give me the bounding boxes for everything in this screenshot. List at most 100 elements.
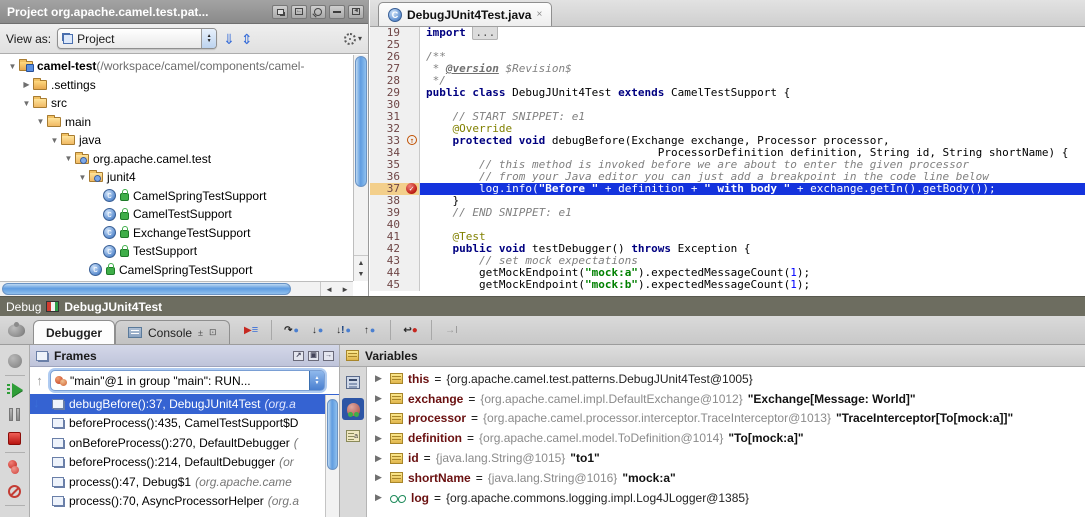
mute-breakpoints-icon[interactable] bbox=[0, 479, 29, 503]
code-line[interactable]: 45 getMockEndpoint("mock:b").expectedMes… bbox=[370, 279, 1085, 291]
tree-toggle-icon[interactable]: ▼ bbox=[48, 136, 61, 145]
tree-item[interactable]: ▼src bbox=[0, 94, 353, 113]
gutter-icon-area[interactable] bbox=[404, 135, 420, 147]
gutter-icon-area[interactable] bbox=[404, 87, 420, 99]
code-line[interactable]: 19import ... bbox=[370, 27, 1085, 39]
expand-triangle-icon[interactable]: ▶ bbox=[375, 492, 385, 503]
expand-triangle-icon[interactable]: ▶ bbox=[375, 433, 385, 444]
minimize-icon[interactable] bbox=[329, 5, 345, 19]
stack-frame-item[interactable]: beforeProcess():435, CamelTestSupport$D bbox=[30, 414, 339, 434]
gutter-icon-area[interactable] bbox=[404, 75, 420, 87]
variable-row[interactable]: ▶log = {org.apache.commons.logging.impl.… bbox=[367, 488, 1085, 508]
thread-spinner-icon[interactable]: ▲▼ bbox=[309, 371, 324, 390]
expand-triangle-icon[interactable]: ▶ bbox=[375, 413, 385, 424]
tree-item[interactable]: ▼org.apache.camel.test bbox=[0, 150, 353, 169]
tree-item[interactable]: ▶.settings bbox=[0, 76, 353, 95]
tree-item[interactable]: ▼junit4 bbox=[0, 168, 353, 187]
tree-item[interactable]: ▼camel-test (/workspace/camel/components… bbox=[0, 57, 353, 76]
tree-item[interactable]: CamelSpringTestSupport bbox=[0, 187, 353, 206]
show-execution-point-icon[interactable]: ▶≡ bbox=[240, 320, 262, 340]
run-to-cursor-icon[interactable]: →I bbox=[441, 320, 463, 340]
stack-frame-item[interactable]: process():70, AsyncProcessorHelper (org.… bbox=[30, 492, 339, 512]
variable-row[interactable]: ▶definition = {org.apache.camel.model.To… bbox=[367, 428, 1085, 448]
gutter-icon-area[interactable] bbox=[404, 207, 420, 219]
console-float-icon[interactable]: ⊡ bbox=[209, 327, 217, 338]
gutter-icon-area[interactable] bbox=[404, 147, 420, 159]
tree-toggle-icon[interactable]: ▼ bbox=[20, 99, 33, 108]
pop-frame-icon[interactable]: ↩● bbox=[400, 320, 422, 340]
tree-toggle-icon[interactable]: ▼ bbox=[62, 154, 75, 163]
stack-frame-item[interactable]: beforeProcess():214, DefaultDebugger (or bbox=[30, 453, 339, 473]
force-step-into-icon[interactable]: ↓!● bbox=[333, 320, 355, 340]
gutter-icon-area[interactable] bbox=[404, 39, 420, 51]
gutter-icon-area[interactable] bbox=[404, 267, 420, 279]
rerun-debug-icon[interactable] bbox=[0, 349, 29, 373]
scrollbar-arrows[interactable]: ◄► bbox=[320, 282, 353, 296]
expand-triangle-icon[interactable]: ▶ bbox=[375, 453, 385, 464]
watches-icon[interactable] bbox=[342, 398, 364, 420]
scrollbar-thumb[interactable] bbox=[355, 56, 367, 187]
variables-header[interactable]: Variables bbox=[340, 345, 1085, 367]
scrollbar-thumb[interactable] bbox=[327, 399, 338, 470]
gutter-icon-area[interactable] bbox=[404, 219, 420, 231]
gutter-icon-area[interactable] bbox=[404, 123, 420, 135]
tree-toggle-icon[interactable]: ▼ bbox=[76, 173, 89, 182]
settings-gear-button[interactable]: ▾ bbox=[344, 33, 362, 45]
tree-item[interactable]: CamelSpringTestSupport bbox=[0, 261, 353, 280]
expand-triangle-icon[interactable]: ▶ bbox=[375, 373, 385, 384]
expand-all-icon[interactable]: ⇓ bbox=[223, 32, 235, 46]
stack-frame-item[interactable]: process():47, Debug$1 (org.apache.came bbox=[30, 472, 339, 492]
frame-up-arrow-icon[interactable]: ↑ bbox=[32, 373, 47, 388]
pause-icon[interactable] bbox=[0, 402, 29, 426]
gutter-icon-area[interactable] bbox=[404, 279, 420, 291]
gutter-icon-area[interactable] bbox=[404, 195, 420, 207]
variable-row[interactable]: ▶shortName = {java.lang.String@1016}"moc… bbox=[367, 468, 1085, 488]
code-editor[interactable]: 19import ...2526/**27 * @version $Revisi… bbox=[370, 27, 1085, 296]
tree-item[interactable]: ▼java bbox=[0, 131, 353, 150]
tree-toggle-icon[interactable]: ▼ bbox=[6, 62, 19, 71]
gutter-icon-area[interactable] bbox=[404, 99, 420, 111]
variable-row[interactable]: ▶exchange = {org.apache.camel.impl.Defau… bbox=[367, 389, 1085, 409]
overrides-method-icon[interactable] bbox=[407, 135, 417, 145]
variable-row[interactable]: ▶processor = {org.apache.camel.processor… bbox=[367, 409, 1085, 429]
gutter-icon-area[interactable] bbox=[404, 183, 420, 195]
thread-selector[interactable]: "main"@1 in group "main": RUN... ▲▼ bbox=[50, 370, 325, 391]
gutter-icon-area[interactable] bbox=[404, 255, 420, 267]
scrollbar-arrows[interactable]: ▲▼ bbox=[354, 255, 368, 281]
evaluate-expression-icon[interactable] bbox=[342, 371, 364, 393]
frames-vertical-scrollbar[interactable] bbox=[325, 395, 339, 517]
variable-row[interactable]: ▶id = {java.lang.String@1015}"to1" bbox=[367, 448, 1085, 468]
tree-item[interactable]: ▼main bbox=[0, 113, 353, 132]
step-into-icon[interactable]: ↓● bbox=[307, 320, 329, 340]
gutter-icon-area[interactable] bbox=[404, 111, 420, 123]
project-vertical-scrollbar[interactable]: ▲▼ bbox=[353, 55, 368, 281]
code-line[interactable]: 25 bbox=[370, 39, 1085, 51]
gutter-icon-area[interactable] bbox=[404, 51, 420, 63]
stack-frame-item[interactable]: onBeforeProcess():270, DefaultDebugger ( bbox=[30, 433, 339, 453]
sort-alphabetically-icon[interactable]: a bbox=[342, 425, 364, 447]
code-line[interactable]: 29public class DebugJUnit4Test extends C… bbox=[370, 87, 1085, 99]
view-as-select[interactable]: Project ▲▼ bbox=[57, 28, 217, 49]
gutter-icon-area[interactable] bbox=[404, 27, 420, 39]
float-panel-icon[interactable]: ↗ bbox=[293, 351, 304, 361]
gutter-icon-area[interactable] bbox=[404, 231, 420, 243]
view-breakpoints-icon[interactable] bbox=[0, 455, 29, 479]
gutter-icon-area[interactable] bbox=[404, 171, 420, 183]
step-out-icon[interactable]: ↑● bbox=[359, 320, 381, 340]
code-line[interactable]: 27 * @version $Revision$ bbox=[370, 63, 1085, 75]
variable-row[interactable]: ▶this = {org.apache.camel.test.patterns.… bbox=[367, 369, 1085, 389]
hide-panel-icon[interactable]: ◄ bbox=[348, 5, 364, 19]
project-titlebar[interactable]: Project org.apache.camel.test.pat... ← ◄ bbox=[0, 0, 368, 24]
hide-panel-arrow-icon[interactable]: → bbox=[323, 351, 334, 361]
tree-toggle-icon[interactable]: ▼ bbox=[34, 117, 47, 126]
expand-triangle-icon[interactable]: ▶ bbox=[375, 393, 385, 404]
expand-triangle-icon[interactable]: ▶ bbox=[375, 472, 385, 483]
tree-item[interactable]: TestSupport bbox=[0, 242, 353, 261]
tree-item[interactable]: ExchangeTestSupport bbox=[0, 224, 353, 243]
stop-icon[interactable] bbox=[0, 426, 29, 450]
scrollbar-thumb[interactable] bbox=[2, 283, 291, 295]
restore-panel-icon[interactable]: ▣ bbox=[308, 351, 319, 361]
tree-toggle-icon[interactable]: ▶ bbox=[20, 80, 33, 89]
scroll-from-source-icon[interactable]: ← bbox=[291, 5, 307, 19]
pin-icon[interactable] bbox=[310, 5, 326, 19]
